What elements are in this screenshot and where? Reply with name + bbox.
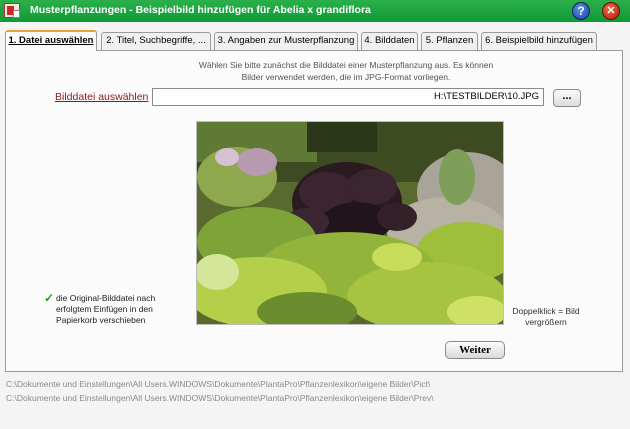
doubleclick-hint: Doppelklick = Bild vergrößern xyxy=(512,306,580,327)
tab-titel-suchbegriffe[interactable]: 2. Titel, Suchbegriffe, ... xyxy=(101,32,211,50)
tab-beispielbild-hinzufuegen[interactable]: 6. Beispielbild hinzufügen xyxy=(481,32,597,50)
tab-datei-auswaehlen[interactable]: 1. Datei auswählen xyxy=(5,30,97,51)
info-text: Wählen Sie bitte zunächst die Bilddatei … xyxy=(198,60,494,82)
preview-image[interactable] xyxy=(196,121,504,325)
tab-panel: Wählen Sie bitte zunächst die Bilddatei … xyxy=(5,50,623,372)
tab-pflanzen[interactable]: 5. Pflanzen xyxy=(421,32,478,50)
check-icon[interactable]: ✓ xyxy=(44,291,54,305)
help-button[interactable]: ? xyxy=(572,2,590,20)
tab-bilddaten[interactable]: 4. Bilddaten xyxy=(361,32,418,50)
tab-angaben-musterpflanzung[interactable]: 3. Angaben zur Musterpflanzung xyxy=(214,32,358,50)
file-path-field[interactable]: H:\TESTBILDER\10.JPG xyxy=(152,88,544,106)
title-bar: Musterpflanzungen - Beispielbild hinzufü… xyxy=(0,0,630,22)
plant-photo xyxy=(197,122,503,324)
close-button[interactable]: ✕ xyxy=(602,2,620,20)
window-title: Musterpflanzungen - Beispielbild hinzufü… xyxy=(30,4,371,16)
browse-button[interactable]: ... xyxy=(553,89,581,107)
next-button[interactable]: Weiter xyxy=(445,341,505,359)
file-select-link[interactable]: Bilddatei auswählen xyxy=(55,91,148,103)
pict-path: C:\Dokumente und Einstellungen\All Users… xyxy=(6,379,431,389)
move-to-trash-label[interactable]: die Original-Bilddatei nach erfolgtem Ei… xyxy=(56,293,166,326)
prev-path: C:\Dokumente und Einstellungen\All Users… xyxy=(6,393,434,403)
app-icon xyxy=(4,3,20,18)
